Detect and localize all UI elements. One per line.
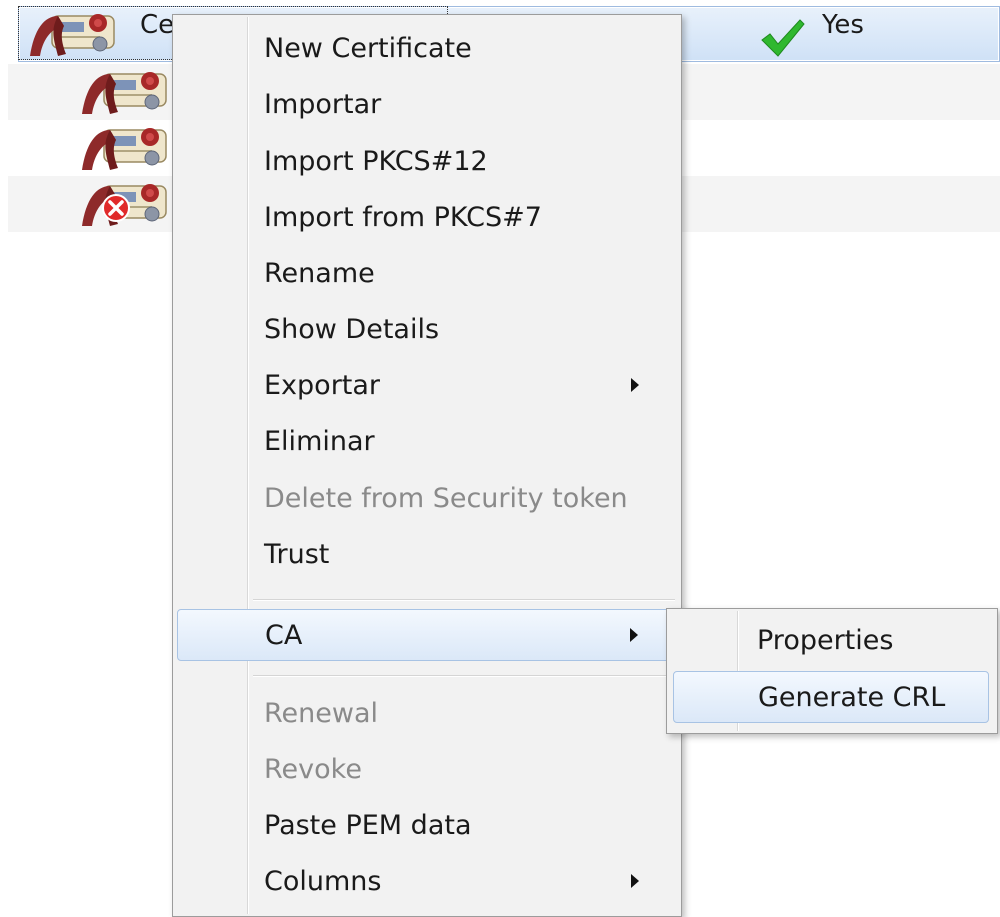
menu-separator <box>253 675 675 677</box>
menu-item-eliminar[interactable]: Eliminar <box>177 416 675 468</box>
submenu-arrow-icon <box>630 628 638 642</box>
menu-item-importar[interactable]: Importar <box>177 79 675 131</box>
menu-item-show-details[interactable]: Show Details <box>177 304 675 356</box>
revoked-certificate-icon <box>76 180 172 228</box>
context-menu: New Certificate Importar Import PKCS#12 … <box>172 14 682 917</box>
menu-item-revoke: Revoke <box>264 754 362 785</box>
menu-item-columns[interactable]: Columns <box>177 856 675 908</box>
menu-item-new-certificate[interactable]: New Certificate <box>177 23 675 75</box>
ca-submenu: Properties Generate CRL <box>666 608 998 734</box>
menu-item-delete-from-security-token: Delete from Security token <box>264 483 628 514</box>
menu-item-import-pkcs7[interactable]: Import from PKCS#7 <box>177 192 675 244</box>
submenu-arrow-icon <box>631 378 639 392</box>
menu-item-rename[interactable]: Rename <box>177 248 675 300</box>
certificate-icon <box>24 10 120 58</box>
menu-item-properties[interactable]: Properties <box>673 615 989 667</box>
menu-item-trust[interactable]: Trust <box>177 529 675 581</box>
certificate-icon <box>76 68 172 116</box>
trusted-value: Yes <box>822 10 864 40</box>
menu-item-exportar[interactable]: Exportar <box>177 360 675 412</box>
submenu-arrow-icon <box>631 874 639 888</box>
menu-separator <box>253 599 675 601</box>
green-checkmark-icon <box>761 19 805 57</box>
menu-item-renewal: Renewal <box>264 698 379 729</box>
menu-item-paste-pem-data[interactable]: Paste PEM data <box>177 800 675 852</box>
menu-item-generate-crl[interactable]: Generate CRL <box>673 671 989 723</box>
row-certificate-name: Ce <box>140 10 175 40</box>
menu-item-ca[interactable]: CA <box>177 609 675 661</box>
menu-item-import-pkcs12[interactable]: Import PKCS#12 <box>177 136 675 188</box>
certificate-icon <box>76 124 172 172</box>
